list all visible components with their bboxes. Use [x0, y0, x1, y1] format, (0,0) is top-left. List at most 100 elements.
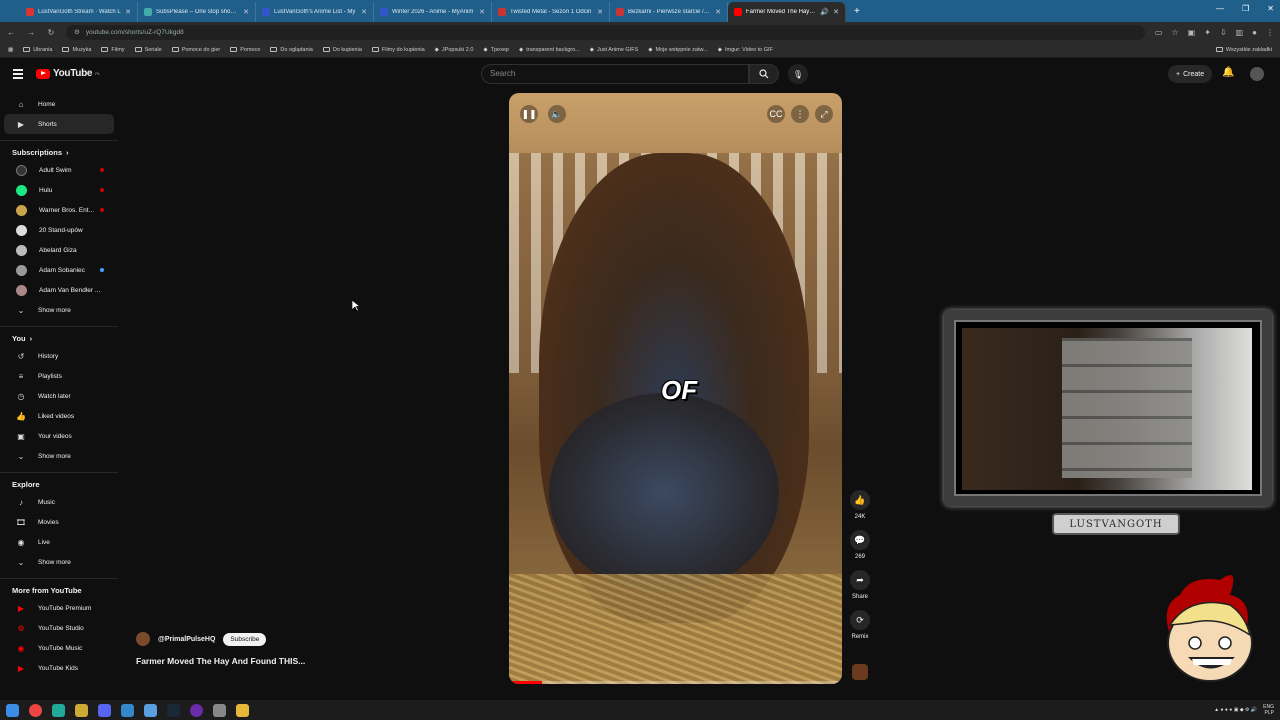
close-icon[interactable]: ✕ [479, 8, 485, 16]
minimize-icon[interactable]: — [1216, 4, 1224, 13]
share-button[interactable]: ➦ Share [849, 570, 871, 600]
url-field[interactable]: ⚙ youtube.com/shorts/uZ-rQ7Ukgd8 [66, 24, 1145, 40]
sidebar-item-youtube-studio[interactable]: ⚙ YouTube Studio [4, 618, 114, 638]
subscriptions-header[interactable]: Subscriptions › [0, 140, 118, 160]
forward-icon[interactable]: → [26, 28, 36, 37]
browser-tab[interactable]: Winter 2026 - Anime - MyAnim ✕ [374, 2, 492, 22]
back-icon[interactable]: ← [6, 28, 16, 37]
subscribe-button[interactable]: Subscribe [223, 632, 267, 646]
sidebar-item-history[interactable]: ↺ History [4, 346, 114, 366]
sidebar-item-youtube-kids[interactable]: ▶ YouTube Kids [4, 658, 114, 678]
bookmark-folder[interactable]: Filmy do kupienia [371, 47, 425, 53]
download-icon[interactable]: ⇩ [1220, 28, 1227, 37]
pause-icon[interactable]: ❚❚ [520, 105, 538, 123]
voice-search-button[interactable]: 🎙 [788, 64, 808, 84]
bookmark-star-icon[interactable]: ☆ [1171, 28, 1178, 37]
sidebar-item-youtube-music[interactable]: ◉ YouTube Music [4, 638, 114, 658]
browser-tab[interactable]: Bezkarni - Pierwsze starcie / Th ✕ [610, 2, 728, 22]
like-button[interactable]: 👍 24K [849, 490, 871, 520]
sidebar-item-your-videos[interactable]: ▣ Your videos [4, 426, 114, 446]
sidebar-item-playlists[interactable]: ≡ Playlists [4, 366, 114, 386]
sidebar-item-subscription[interactable]: Adult Swim [4, 160, 114, 180]
all-bookmarks[interactable]: Wszystkie zakładki [1215, 47, 1272, 53]
audio-icon[interactable]: 🔊 [820, 8, 829, 16]
shorts-video-player[interactable]: OF ❚❚ 🔈 CC ⋮ ⤢ [509, 93, 842, 684]
app-icon[interactable] [75, 703, 88, 717]
reload-icon[interactable]: ↻ [46, 28, 56, 37]
sidebar-item-show-more[interactable]: ⌄ Show more [4, 300, 114, 320]
sidebar-item-home[interactable]: ⌂ Home [4, 94, 114, 114]
menu-dots-icon[interactable]: ⋮ [1266, 28, 1274, 37]
sidebar-item-show-more[interactable]: ⌄ Show more [4, 552, 114, 572]
account-avatar[interactable] [1250, 67, 1264, 81]
captions-icon[interactable]: CC [767, 105, 785, 123]
site-info-icon[interactable]: ⚙ [74, 28, 80, 36]
bookmark-folder[interactable]: Pomoce do gier [171, 47, 220, 53]
channel-thumbnail[interactable] [852, 664, 868, 680]
steam-icon[interactable] [167, 703, 180, 717]
close-icon[interactable]: ✕ [125, 8, 131, 16]
bookmark-link[interactable]: ◆ Imgur: Video to GIF [718, 47, 773, 53]
you-header[interactable]: You › [0, 326, 118, 346]
volume-icon[interactable]: 🔈 [548, 105, 566, 123]
extensions-puzzle-icon[interactable]: ✦ [1204, 28, 1211, 37]
browser-tab[interactable]: LustVanGoth Stream · Watch L ✕ [20, 2, 138, 22]
close-icon[interactable]: ✕ [833, 8, 839, 16]
sidebar-toggle-icon[interactable]: ▥ [1236, 28, 1244, 37]
bookmark-folder[interactable]: Pomoce [230, 47, 260, 53]
sidebar-item-watch-later[interactable]: ◷ Watch later [4, 386, 114, 406]
close-icon[interactable]: ✕ [597, 8, 603, 16]
sidebar-item-subscription[interactable]: 20 Stand-upów [4, 220, 114, 240]
new-tab-button[interactable]: + [846, 2, 868, 22]
bookmark-link[interactable]: ◆ Just Anime GIFS [590, 47, 639, 53]
cast-icon[interactable]: ▭ [1155, 28, 1163, 37]
bookmark-link[interactable]: ◆ JPopsuki 2.0 [435, 47, 474, 53]
youtube-logo[interactable]: YouTube PL [36, 68, 100, 79]
chrome-icon[interactable] [29, 703, 42, 717]
language-indicator[interactable]: ENG PLP [1263, 704, 1274, 716]
bookmark-link[interactable]: ◆ transparent backgro... [519, 47, 580, 53]
close-icon[interactable]: ✕ [715, 8, 721, 16]
app-icon[interactable] [213, 703, 226, 717]
video-progress-bar[interactable] [509, 681, 842, 684]
sidebar-item-liked-videos[interactable]: 👍 Liked videos [4, 406, 114, 426]
browser-tab[interactable]: Twisted Metal - Sezon 1 Odcin ✕ [492, 2, 610, 22]
sidebar-item-subscription[interactable]: Abelard Giza [4, 240, 114, 260]
create-button[interactable]: + Create [1168, 65, 1213, 83]
sidebar-item-youtube-premium[interactable]: ▶ YouTube Premium [4, 598, 114, 618]
browser-tab-active[interactable]: Farmer Moved The Hay An 🔊 ✕ [728, 2, 846, 22]
file-explorer-icon[interactable] [236, 703, 249, 717]
maximize-icon[interactable]: ❐ [1242, 4, 1249, 13]
close-icon[interactable]: ✕ [361, 8, 367, 16]
bookmark-folder[interactable]: Ubrania [23, 47, 52, 53]
extension-icon[interactable]: ▣ [1188, 28, 1196, 37]
close-window-icon[interactable]: ✕ [1267, 4, 1274, 13]
start-menu-icon[interactable] [6, 703, 19, 717]
remix-button[interactable]: ⟳ Remix [849, 610, 871, 640]
browser-icon[interactable] [144, 703, 157, 717]
bookmark-folder[interactable]: Filmy [101, 47, 125, 53]
sidebar-item-show-more[interactable]: ⌄ Show more [4, 446, 114, 466]
menu-icon[interactable] [13, 69, 23, 81]
sidebar-item-movies[interactable]: 🎞 Movies [4, 512, 114, 532]
browser-tab[interactable]: LustVanGoth's Anime List - My ✕ [256, 2, 374, 22]
sidebar-item-shorts[interactable]: ▶ Shorts [4, 114, 114, 134]
fullscreen-icon[interactable]: ⤢ [815, 105, 833, 123]
sidebar-item-music[interactable]: ♪ Music [4, 492, 114, 512]
channel-handle[interactable]: @PrimalPulseHQ [158, 636, 215, 643]
search-input[interactable]: Search [481, 64, 749, 84]
browser-tab[interactable]: SubsPlease – One stop shop fo ✕ [138, 2, 256, 22]
sidebar-item-subscription[interactable]: Hulu [4, 180, 114, 200]
more-options-icon[interactable]: ⋮ [791, 105, 809, 123]
bookmark-link[interactable]: ◆ Tpexep [483, 47, 509, 53]
discord-icon[interactable] [98, 703, 111, 717]
app-icon[interactable] [52, 703, 65, 717]
profile-icon[interactable]: ● [1252, 28, 1257, 37]
sidebar-item-live[interactable]: ◉ Live [4, 532, 114, 552]
search-button[interactable] [749, 64, 779, 84]
bookmark-folder[interactable]: Seriale [134, 47, 162, 53]
bookmark-link[interactable]: ◆ Moje wstępnie zatw... [648, 47, 708, 53]
apps-grid-icon[interactable]: ▦ [8, 47, 13, 53]
notifications-bell-icon[interactable]: 🔔 [1222, 67, 1234, 78]
channel-avatar[interactable] [136, 632, 150, 646]
